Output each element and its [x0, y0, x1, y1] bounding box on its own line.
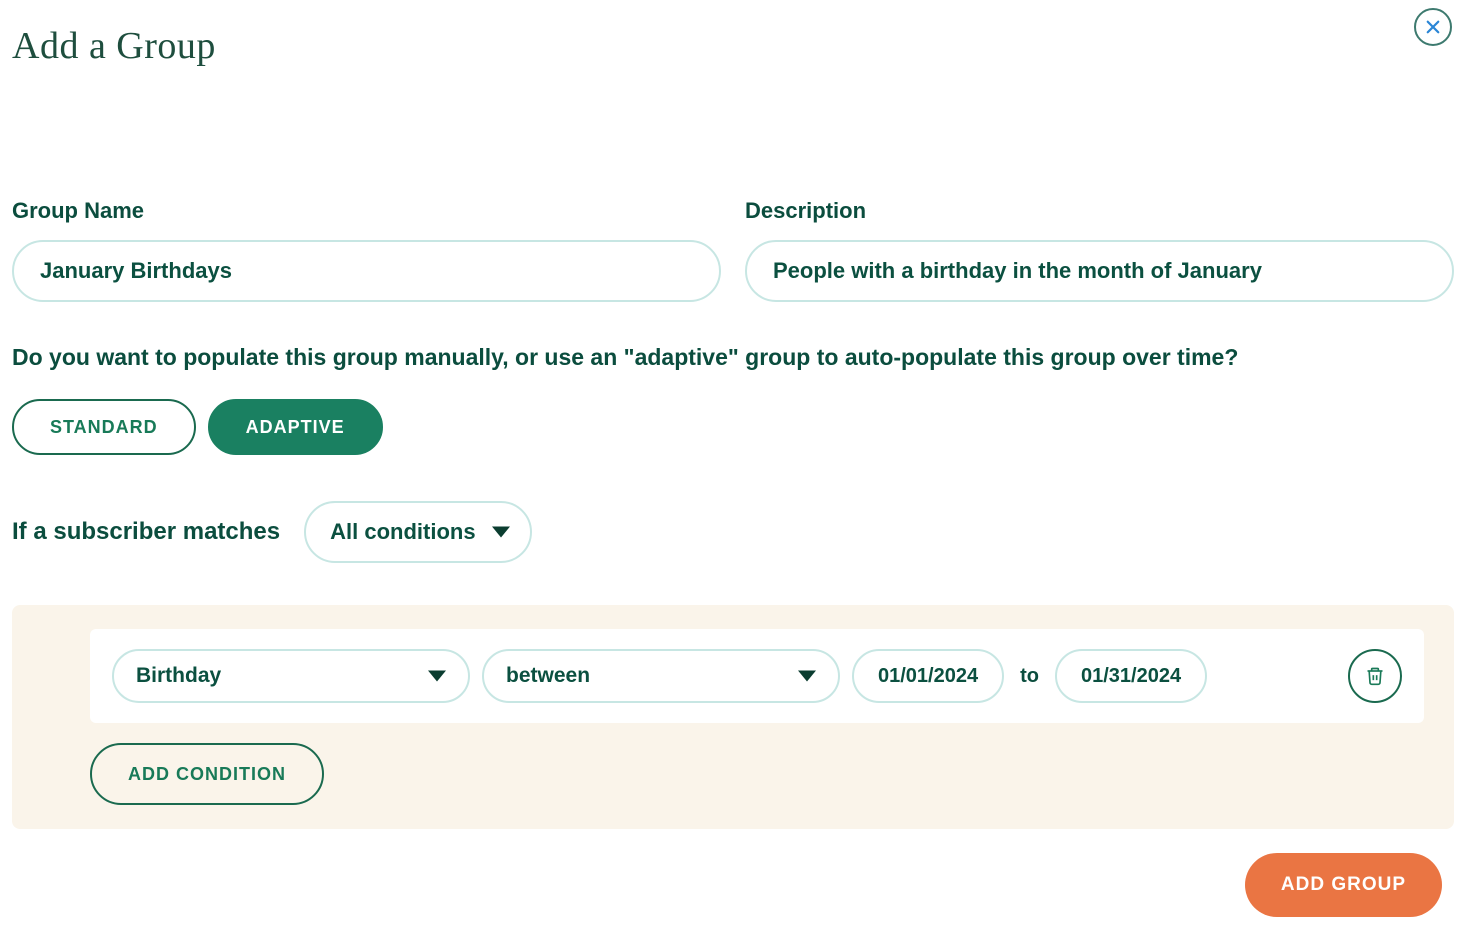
to-label: to	[1020, 665, 1039, 688]
date-to-input[interactable]: 01/31/2024	[1055, 649, 1207, 703]
chevron-down-icon	[798, 671, 816, 682]
match-conditions-select[interactable]: All conditions	[304, 501, 531, 563]
chevron-down-icon	[492, 527, 510, 538]
description-input[interactable]	[745, 240, 1454, 302]
condition-field-select[interactable]: Birthday	[112, 649, 470, 703]
form-row: Group Name Description	[12, 198, 1454, 302]
conditions-panel: Birthday between 01/01/2024 to 01/31/202…	[12, 605, 1454, 829]
chevron-down-icon	[428, 671, 446, 682]
adaptive-button[interactable]: ADAPTIVE	[208, 399, 383, 455]
condition-row: Birthday between 01/01/2024 to 01/31/202…	[90, 629, 1424, 723]
match-prefix-label: If a subscriber matches	[12, 518, 280, 546]
close-icon	[1424, 18, 1442, 36]
condition-field-value: Birthday	[136, 664, 221, 688]
trash-icon	[1365, 666, 1385, 686]
group-name-input[interactable]	[12, 240, 721, 302]
page-title: Add a Group	[12, 24, 1454, 68]
condition-operator-value: between	[506, 664, 590, 688]
date-from-input[interactable]: 01/01/2024	[852, 649, 1004, 703]
add-group-button[interactable]: ADD GROUP	[1245, 853, 1442, 917]
description-label: Description	[745, 198, 1454, 224]
group-type-toggle: STANDARD ADAPTIVE	[12, 399, 1454, 455]
close-button[interactable]	[1414, 8, 1452, 46]
group-type-question: Do you want to populate this group manua…	[12, 344, 1454, 371]
add-condition-button[interactable]: ADD CONDITION	[90, 743, 324, 805]
condition-operator-select[interactable]: between	[482, 649, 840, 703]
standard-button[interactable]: STANDARD	[12, 399, 196, 455]
delete-condition-button[interactable]	[1348, 649, 1402, 703]
match-conditions-value: All conditions	[330, 519, 475, 545]
group-name-label: Group Name	[12, 198, 721, 224]
